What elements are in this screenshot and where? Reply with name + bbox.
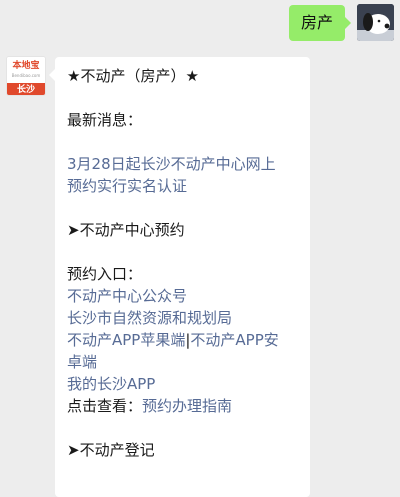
logo-name: 本地宝 — [12, 61, 40, 71]
snoopy-avatar-icon — [357, 4, 394, 41]
entry-link-my-changsha-app[interactable]: 我的长沙APP — [67, 373, 298, 395]
news-link-line-1[interactable]: 3月28日起长沙不动产中心网上 — [67, 153, 298, 175]
message-title: ★不动产（房产）★ — [67, 67, 199, 85]
entry-link-android-app-cont[interactable]: 卓端 — [67, 351, 298, 373]
news-link-line-2[interactable]: 预约实行实名认证 — [67, 175, 298, 197]
guide-link[interactable]: 预约办理指南 — [142, 397, 232, 415]
entry-label: 预约入口： — [67, 265, 143, 283]
section-register-heading: ➤不动产登记 — [67, 441, 155, 459]
outgoing-message-bubble[interactable]: 房产 — [288, 5, 352, 41]
entry-link-wechat-account[interactable]: 不动产中心公众号 — [67, 285, 298, 307]
user-avatar[interactable] — [357, 4, 394, 41]
entry-link-android-app[interactable]: 不动产APP安 — [190, 331, 278, 349]
entry-link-resources-bureau[interactable]: 长沙市自然资源和规划局 — [67, 307, 298, 329]
logo-city: 长沙 — [7, 83, 45, 95]
outgoing-message-row: 房产 — [0, 0, 400, 44]
news-label: 最新消息： — [67, 111, 143, 129]
sender-avatar[interactable]: 本地宝 Bendibao.com 长沙 — [6, 56, 46, 96]
outgoing-message-text: 房产 — [300, 13, 333, 32]
entry-link-ios-app[interactable]: 不动产APP苹果端 — [67, 331, 185, 349]
sender-logo: 本地宝 Bendibao.com — [7, 57, 45, 83]
incoming-message-bubble: ★不动产（房产）★ 最新消息： 3月28日起长沙不动产中心网上 预约实行实名认证… — [49, 57, 310, 497]
logo-url: Bendibao.com — [11, 73, 41, 78]
section-booking-heading: ➤不动产中心预约 — [67, 221, 185, 239]
guide-label: 点击查看： — [67, 397, 143, 415]
